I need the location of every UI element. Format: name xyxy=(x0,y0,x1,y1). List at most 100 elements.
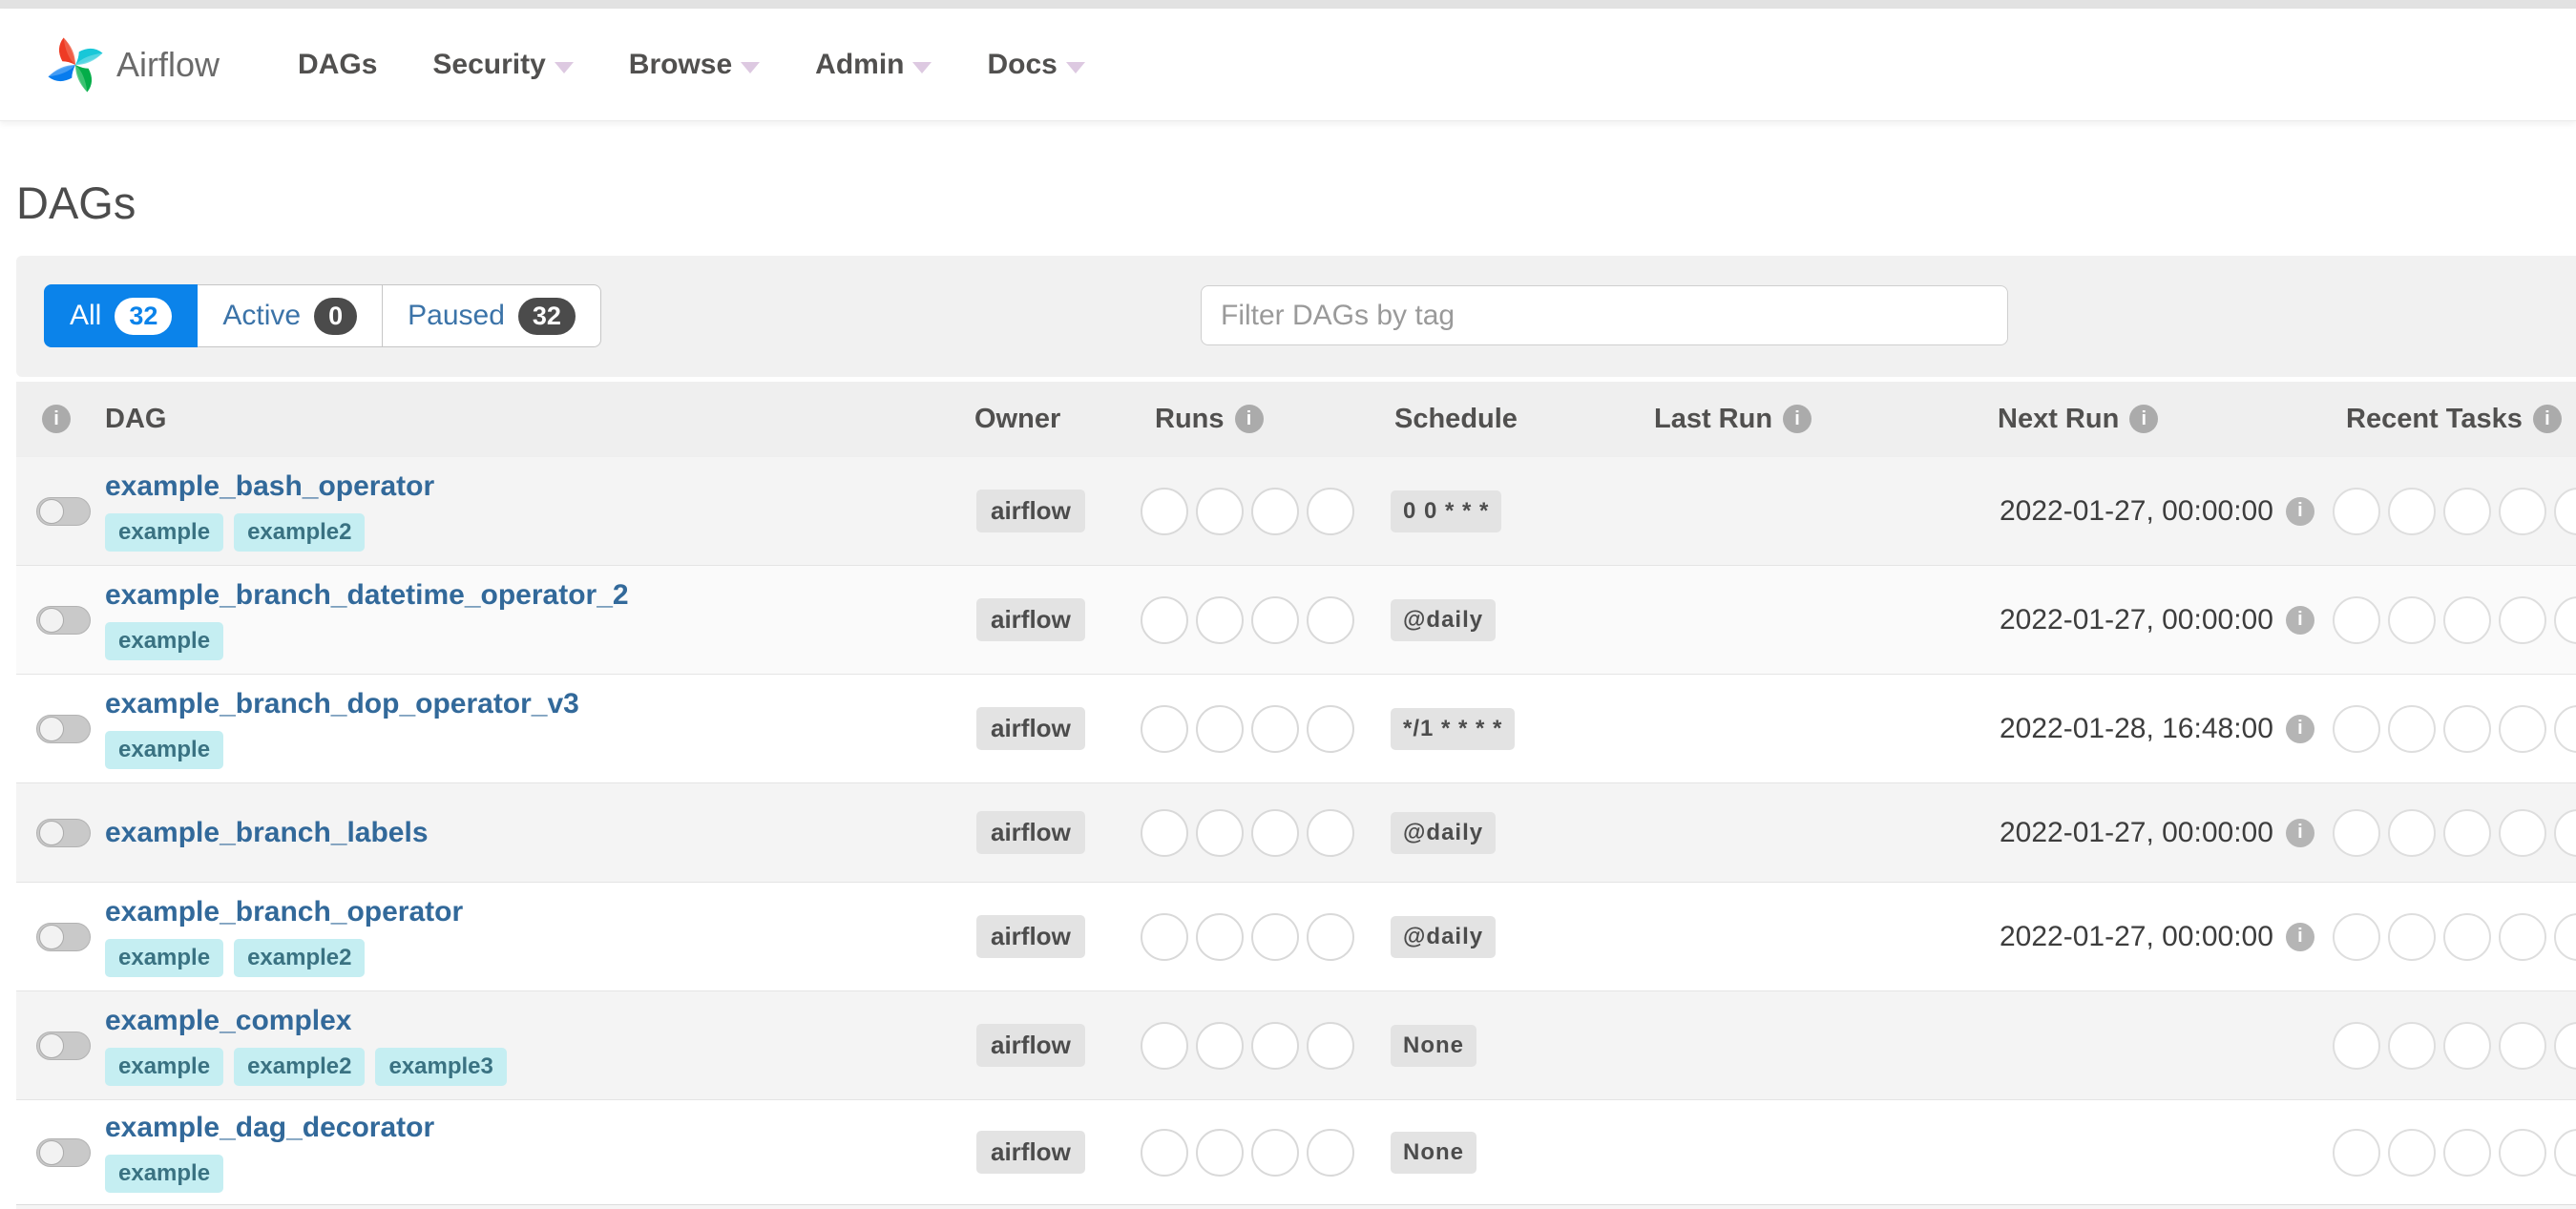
tag-badge[interactable]: example xyxy=(105,1048,224,1086)
recent-task-status-circle[interactable] xyxy=(2443,595,2491,644)
dag-run-status-circle[interactable] xyxy=(1141,595,1188,644)
schedule-badge[interactable]: 0 0 * * * xyxy=(1391,490,1502,532)
info-icon[interactable] xyxy=(2129,405,2159,433)
dag-run-status-circle[interactable] xyxy=(1307,1128,1354,1177)
schedule-badge[interactable]: @daily xyxy=(1391,915,1497,958)
schedule-badge[interactable]: None xyxy=(1391,1024,1476,1067)
recent-task-status-circle[interactable] xyxy=(2499,912,2546,961)
recent-task-status-circle[interactable] xyxy=(2333,1021,2380,1070)
dag-run-status-circle[interactable] xyxy=(1251,487,1299,535)
dag-run-status-circle[interactable] xyxy=(1141,912,1188,961)
pause-toggle[interactable] xyxy=(36,922,91,951)
recent-task-status-circle[interactable] xyxy=(2443,487,2491,535)
dag-run-status-circle[interactable] xyxy=(1251,808,1299,857)
next-run-info-icon[interactable] xyxy=(2285,496,2314,526)
recent-task-status-circle[interactable] xyxy=(2333,808,2380,857)
nav-item-browse[interactable]: Browse xyxy=(629,49,761,81)
nav-item-docs[interactable]: Docs xyxy=(987,49,1085,81)
dag-run-status-circle[interactable] xyxy=(1196,808,1244,857)
next-run-info-icon[interactable] xyxy=(2285,922,2314,951)
header-recent-tasks[interactable]: Recent Tasks xyxy=(2346,382,2562,456)
recent-task-status-circle[interactable] xyxy=(2333,704,2380,753)
recent-task-status-circle[interactable] xyxy=(2443,1021,2491,1070)
recent-task-status-circle[interactable] xyxy=(2443,704,2491,753)
pause-toggle[interactable] xyxy=(36,714,91,743)
recent-task-status-circle[interactable] xyxy=(2554,808,2576,857)
pause-toggle[interactable] xyxy=(36,1031,91,1060)
dag-run-status-circle[interactable] xyxy=(1307,1021,1354,1070)
info-icon[interactable] xyxy=(1234,405,1264,433)
dag-run-status-circle[interactable] xyxy=(1196,1021,1244,1070)
dag-run-status-circle[interactable] xyxy=(1141,1021,1188,1070)
tag-badge[interactable]: example xyxy=(105,513,224,552)
recent-task-status-circle[interactable] xyxy=(2388,595,2436,644)
info-icon[interactable] xyxy=(42,405,71,433)
nav-item-dags[interactable]: DAGs xyxy=(298,49,377,81)
dag-run-status-circle[interactable] xyxy=(1141,1128,1188,1177)
dag-run-status-circle[interactable] xyxy=(1251,704,1299,753)
dag-run-status-circle[interactable] xyxy=(1307,912,1354,961)
tab-active[interactable]: Active 0 xyxy=(198,284,384,347)
tag-badge[interactable]: example2 xyxy=(234,939,366,977)
dag-link[interactable]: example_dag_decorator xyxy=(105,1112,434,1144)
pause-toggle[interactable] xyxy=(36,605,91,635)
dag-run-status-circle[interactable] xyxy=(1196,704,1244,753)
pause-toggle[interactable] xyxy=(36,818,91,847)
dag-link[interactable]: example_branch_datetime_operator_2 xyxy=(105,579,629,612)
recent-task-status-circle[interactable] xyxy=(2499,487,2546,535)
dag-run-status-circle[interactable] xyxy=(1141,704,1188,753)
recent-task-status-circle[interactable] xyxy=(2388,487,2436,535)
dag-run-status-circle[interactable] xyxy=(1196,912,1244,961)
schedule-badge[interactable]: @daily xyxy=(1391,811,1497,854)
info-icon[interactable] xyxy=(2532,405,2562,433)
dag-run-status-circle[interactable] xyxy=(1307,595,1354,644)
tag-badge[interactable]: example xyxy=(105,622,224,660)
tag-badge[interactable]: example2 xyxy=(234,1048,366,1086)
info-icon[interactable] xyxy=(1783,405,1812,433)
next-run-info-icon[interactable] xyxy=(2285,605,2314,635)
recent-task-status-circle[interactable] xyxy=(2333,912,2380,961)
dag-run-status-circle[interactable] xyxy=(1196,1128,1244,1177)
header-last-run[interactable]: Last Run xyxy=(1654,382,1812,456)
next-run-info-icon[interactable] xyxy=(2285,818,2314,847)
recent-task-status-circle[interactable] xyxy=(2443,912,2491,961)
dag-run-status-circle[interactable] xyxy=(1196,595,1244,644)
recent-task-status-circle[interactable] xyxy=(2388,1021,2436,1070)
recent-task-status-circle[interactable] xyxy=(2443,808,2491,857)
recent-task-status-circle[interactable] xyxy=(2388,808,2436,857)
recent-task-status-circle[interactable] xyxy=(2388,912,2436,961)
dag-run-status-circle[interactable] xyxy=(1307,704,1354,753)
nav-item-admin[interactable]: Admin xyxy=(815,49,932,81)
recent-task-status-circle[interactable] xyxy=(2499,808,2546,857)
schedule-badge[interactable]: @daily xyxy=(1391,598,1497,641)
tag-badge[interactable]: example3 xyxy=(375,1048,507,1086)
tag-badge[interactable]: example xyxy=(105,731,224,769)
dag-run-status-circle[interactable] xyxy=(1307,487,1354,535)
recent-task-status-circle[interactable] xyxy=(2499,704,2546,753)
header-next-run[interactable]: Next Run xyxy=(1998,382,2159,456)
recent-task-status-circle[interactable] xyxy=(2554,487,2576,535)
recent-task-status-circle[interactable] xyxy=(2499,1128,2546,1177)
header-runs[interactable]: Runs xyxy=(1155,382,1264,456)
pause-toggle[interactable] xyxy=(36,1137,91,1167)
nav-item-security[interactable]: Security xyxy=(432,49,574,81)
recent-task-status-circle[interactable] xyxy=(2499,1021,2546,1070)
header-dag[interactable]: DAG xyxy=(105,382,166,456)
dag-run-status-circle[interactable] xyxy=(1141,808,1188,857)
recent-task-status-circle[interactable] xyxy=(2554,595,2576,644)
recent-task-status-circle[interactable] xyxy=(2554,1021,2576,1070)
recent-task-status-circle[interactable] xyxy=(2554,1128,2576,1177)
schedule-badge[interactable]: */1 * * * * xyxy=(1391,707,1516,750)
filter-dags-by-tag-input[interactable] xyxy=(1201,285,2008,345)
dag-link[interactable]: example_bash_operator xyxy=(105,470,434,503)
tag-badge[interactable]: example xyxy=(105,939,224,977)
next-run-info-icon[interactable] xyxy=(2285,714,2314,743)
dag-run-status-circle[interactable] xyxy=(1251,912,1299,961)
dag-run-status-circle[interactable] xyxy=(1251,1128,1299,1177)
pause-toggle[interactable] xyxy=(36,496,91,526)
dag-link[interactable]: example_branch_labels xyxy=(105,817,429,849)
dag-link[interactable]: example_branch_dop_operator_v3 xyxy=(105,688,579,720)
recent-task-status-circle[interactable] xyxy=(2554,704,2576,753)
airflow-brand[interactable]: Airflow xyxy=(46,31,220,99)
recent-task-status-circle[interactable] xyxy=(2443,1128,2491,1177)
